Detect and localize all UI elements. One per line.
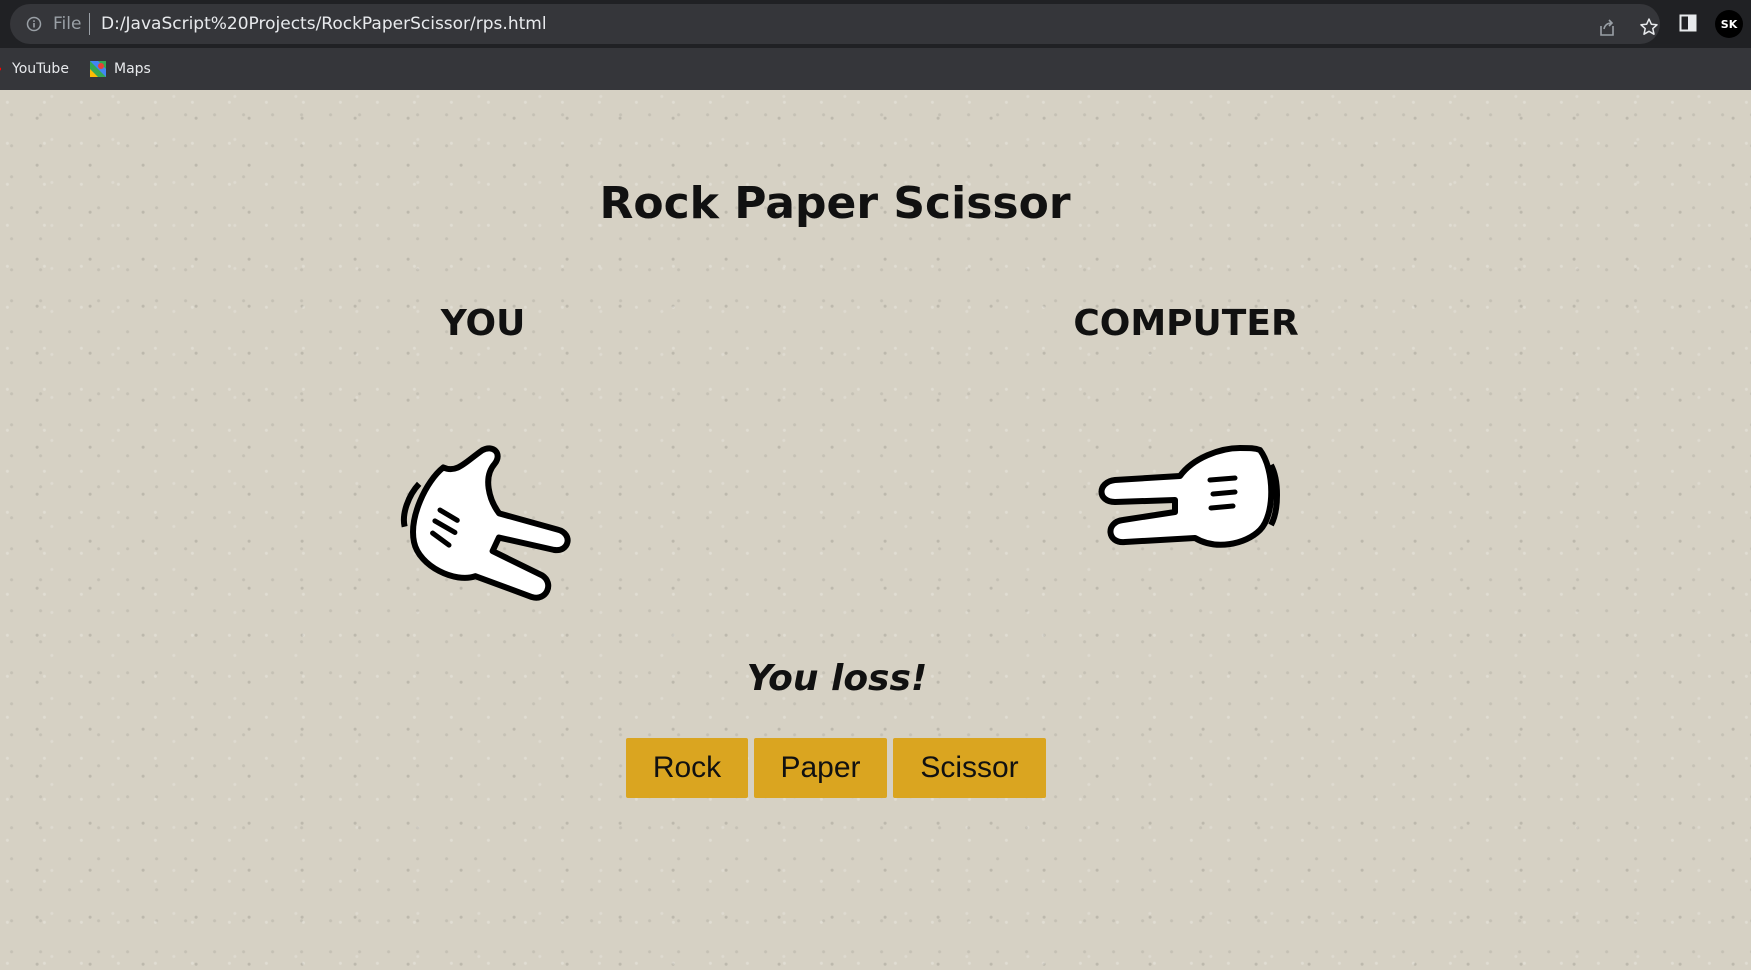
- page-title: Rock Paper Scissor: [599, 178, 1071, 229]
- share-icon[interactable]: [1597, 18, 1617, 38]
- rock-button[interactable]: Rock: [626, 738, 748, 798]
- bookmark-label: Maps: [114, 61, 151, 77]
- youtube-icon: [0, 67, 1, 71]
- scissor-button[interactable]: Scissor: [893, 738, 1046, 798]
- file-scheme-label: File: [53, 14, 82, 34]
- bookmarks-bar: YouTube Maps: [0, 48, 1751, 90]
- url-separator: [89, 13, 90, 35]
- profile-avatar[interactable]: SK: [1715, 10, 1743, 38]
- you-label: YOU: [440, 303, 526, 344]
- address-bar[interactable]: File D:/JavaScript%20Projects/RockPaperS…: [10, 4, 1660, 44]
- url-text[interactable]: D:/JavaScript%20Projects/RockPaperScisso…: [101, 14, 547, 34]
- browser-toolbar: File D:/JavaScript%20Projects/RockPaperS…: [0, 0, 1751, 48]
- side-panel-icon[interactable]: [1679, 14, 1697, 32]
- game-page: Rock Paper Scissor YOU COMPUTER You loss…: [0, 90, 1751, 970]
- bookmark-maps[interactable]: Maps: [90, 58, 151, 80]
- scissor-hand-icon: [1098, 445, 1280, 548]
- maps-icon: [90, 61, 106, 77]
- choice-buttons: Rock Paper Scissor: [626, 738, 1046, 798]
- info-icon[interactable]: [26, 16, 42, 32]
- computer-label: COMPUTER: [1073, 303, 1299, 344]
- bookmark-youtube[interactable]: YouTube: [0, 58, 69, 80]
- star-icon[interactable]: [1639, 17, 1659, 37]
- paper-button[interactable]: Paper: [754, 738, 887, 798]
- scissor-hand-icon: [400, 445, 571, 601]
- result-text: You loss!: [746, 658, 928, 699]
- bookmark-label: YouTube: [12, 61, 69, 77]
